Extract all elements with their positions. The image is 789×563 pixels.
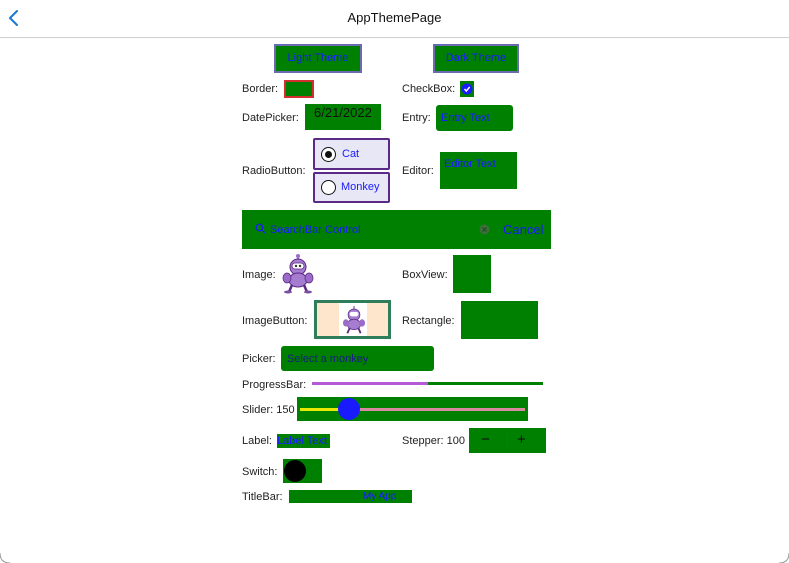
progress-fill [312,382,428,385]
slider-thumb[interactable] [338,398,360,420]
entry-label: Entry: [402,112,431,124]
radio-selected-icon [321,147,336,162]
image-label: Image: [242,269,276,281]
image-button[interactable] [314,300,391,339]
date-value: 6/21/2022 [314,105,372,120]
search-cancel-button[interactable]: Cancel [503,222,543,237]
editor-field[interactable]: Editor Text [440,152,517,189]
radio-option-cat[interactable]: Cat [313,138,390,170]
boxview-label: BoxView: [402,269,448,281]
picker-select[interactable]: Select a monkey [281,346,434,371]
slider[interactable] [297,397,528,421]
border-label: Border: [242,83,279,95]
check-icon [461,83,473,95]
progress-bar [312,382,543,385]
title-bar: My App [289,490,412,503]
stepper-plus-button[interactable]: + [517,431,526,448]
search-icon [255,223,266,234]
picker-label: Picker: [242,353,276,365]
light-theme-button[interactable]: Light Theme [274,44,362,73]
radio-cat-label: Cat [342,148,360,160]
slider-track-max [347,408,525,411]
imagebutton-label: ImageButton: [242,315,308,327]
search-bar[interactable]: SearchBar Control Cancel [242,210,551,249]
search-input[interactable]: SearchBar Control [270,224,361,236]
stepper[interactable]: − + [469,428,546,453]
radiobutton-label: RadioButton: [242,165,306,177]
titlebar-label: TitleBar: [242,491,283,503]
checkbox-label: CheckBox: [402,83,456,95]
rectangle-shape [461,301,538,339]
page-title: AppThemePage [347,10,442,25]
border-control [284,80,314,98]
datepicker-label: DatePicker: [242,112,299,124]
checkbox[interactable] [460,81,474,97]
rectangle-label: Rectangle: [402,315,455,327]
dotnet-bot-icon [342,306,366,334]
entry-field[interactable]: Entry Text [436,105,513,131]
date-picker[interactable]: 6/21/2022 [305,104,381,130]
label-label: Label: [242,435,272,447]
dark-theme-button[interactable]: Dark Theme [433,44,519,73]
clear-icon[interactable] [479,224,490,235]
editor-label: Editor: [402,165,434,177]
stepper-minus-button[interactable]: − [481,431,490,448]
radio-unselected-icon [321,180,336,195]
radio-monkey-label: Monkey [341,181,380,193]
switch-toggle[interactable] [283,459,322,483]
switch-label: Switch: [242,466,278,478]
window-corner-left [0,553,10,563]
box-view [453,255,491,293]
radio-option-monkey[interactable]: Monkey [313,172,390,203]
switch-thumb [284,460,306,482]
window-corner-right [779,553,789,563]
titlebar-text: My App [363,491,397,502]
stepper-label: Stepper: 100 [402,435,465,447]
progressbar-label: ProgressBar: [242,379,307,391]
label-text: Label Text [277,434,330,448]
slider-label: Slider: 150 [242,404,295,416]
dotnet-bot-image [282,254,314,294]
